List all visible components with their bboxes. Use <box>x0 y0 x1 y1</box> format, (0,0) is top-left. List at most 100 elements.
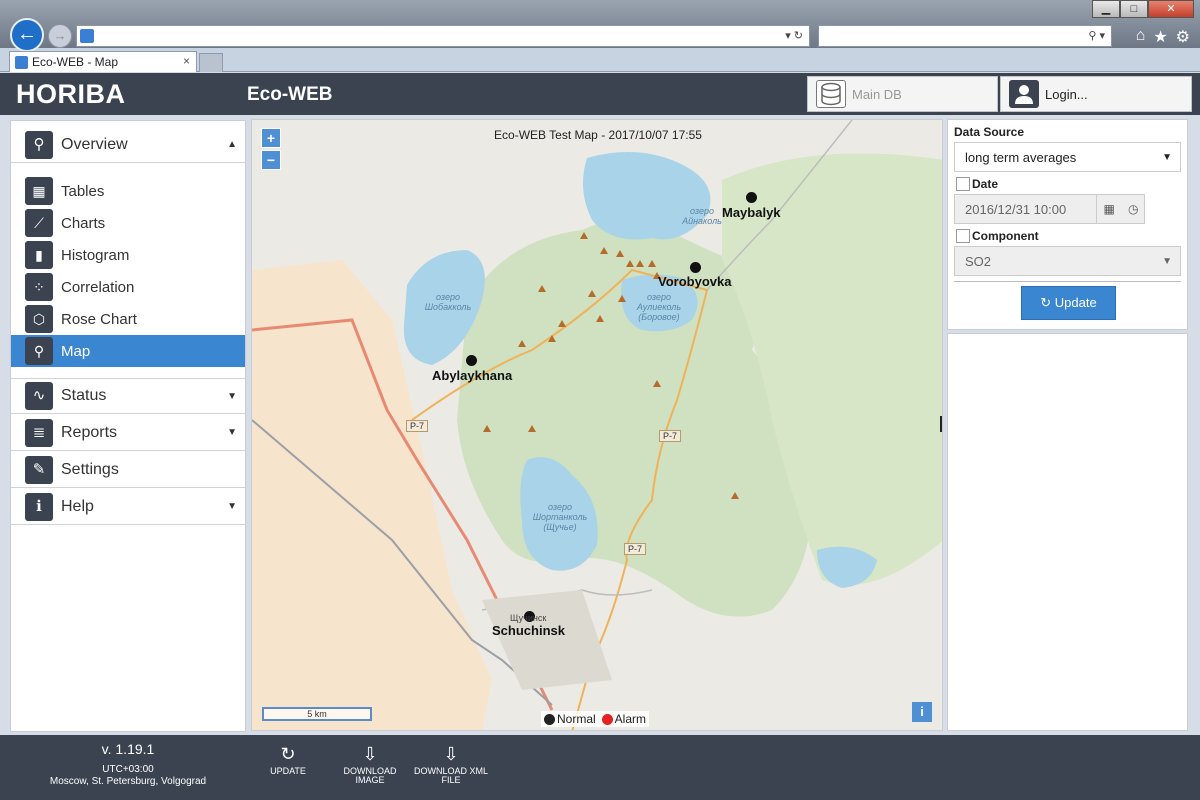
data-source-label: Data Source <box>954 125 1025 139</box>
station-marker-abylaykhana[interactable] <box>466 355 477 366</box>
database-icon <box>816 80 846 108</box>
sidebar: ⚲ Overview ▲ ▦ Tables ⟋ Charts ▮ Histogr… <box>10 120 246 732</box>
sidebar-item-label: Settings <box>61 460 119 478</box>
timezone-cities: Moscow, St. Petersburg, Volgograd <box>49 776 207 787</box>
station-marker-maybalyk[interactable] <box>746 192 757 203</box>
sidebar-item-label: Charts <box>61 214 106 232</box>
panel-divider <box>954 281 1181 282</box>
footer-button-label: UPDATE <box>270 766 306 776</box>
app-title: Eco-WEB <box>247 84 333 105</box>
database-button[interactable]: Main DB <box>807 76 998 112</box>
user-icon <box>1009 80 1039 108</box>
star-icon[interactable]: ★ <box>1153 27 1167 47</box>
footer: v. 1.19.1 UTC+03:00 Moscow, St. Petersbu… <box>0 735 1200 800</box>
home-icon[interactable]: ⌂ <box>1136 27 1146 47</box>
clock-icon[interactable]: ◷ <box>1128 202 1138 216</box>
version-label: v. 1.19.1 <box>101 741 155 757</box>
gear-icon[interactable]: ⚙ <box>1176 27 1190 47</box>
chevron-down-icon: ▼ <box>227 427 237 438</box>
tab-close-icon[interactable]: × <box>183 54 190 68</box>
update-button[interactable]: ↻ Update <box>1021 286 1116 320</box>
update-label: Update <box>1054 295 1097 310</box>
legend-alarm: Alarm <box>614 712 647 726</box>
timezone-label: UTC+03:00 <box>102 764 154 775</box>
station-label: Vorobyovka <box>658 274 732 289</box>
footer-update-button[interactable]: ↻ UPDATE <box>248 743 328 776</box>
maximize-button[interactable]: □ <box>1120 0 1148 18</box>
tab-favicon-icon <box>15 56 28 69</box>
forward-button[interactable]: → <box>48 24 72 48</box>
back-button[interactable]: ← <box>10 18 44 52</box>
address-controls[interactable]: ▾ ↻ <box>785 29 803 42</box>
sidebar-item-settings[interactable]: ✎ Settings <box>11 452 245 488</box>
sidebar-item-label: Reports <box>61 423 118 441</box>
road-label: P-7 <box>659 430 682 442</box>
site-favicon-icon <box>80 29 94 43</box>
date-checkbox[interactable] <box>956 177 970 191</box>
login-button[interactable]: Login... <box>1000 76 1192 112</box>
map-scale: 5 km <box>262 707 372 721</box>
component-label: Component <box>972 229 1039 243</box>
map-marker-icon: ⚲ <box>25 337 53 365</box>
sidebar-item-label: Overview <box>61 135 128 153</box>
zoom-out-button[interactable]: − <box>261 150 281 170</box>
horiba-logo: HORIBA <box>16 79 126 109</box>
lake-label: озеро Айнаколь <box>682 206 722 226</box>
sidebar-item-map[interactable]: ⚲ Map <box>11 335 245 367</box>
sidebar-item-label: Tables <box>61 182 105 200</box>
bar-chart-icon: ▮ <box>25 241 53 269</box>
map-title: Eco-WEB Test Map - 2017/10/07 17:55 <box>494 128 702 142</box>
zoom-in-button[interactable]: + <box>261 128 281 148</box>
map-info-button[interactable]: i <box>912 702 932 722</box>
hexagon-icon: ⬡ <box>25 305 53 333</box>
component-checkbox[interactable] <box>956 229 970 243</box>
download-image-button[interactable]: ⇩ DOWNLOAD IMAGE <box>330 743 410 785</box>
chevron-down-icon: ▼ <box>227 390 237 402</box>
sidebar-item-status[interactable]: ∿ Status ▼ <box>11 378 245 414</box>
app-header: HORIBA Eco-WEB Main DB Login... <box>0 73 1200 115</box>
town-label: Щучинск <box>510 613 547 623</box>
login-label: Login... <box>1045 86 1088 102</box>
component-select[interactable]: SO2 ▼ <box>954 246 1181 276</box>
refresh-icon: ↻ <box>1040 295 1052 310</box>
sidebar-item-histogram[interactable]: ▮ Histogram <box>11 239 245 271</box>
station-label: Schuchinsk <box>492 623 565 638</box>
panel-resize-handle[interactable] <box>940 416 942 432</box>
browser-tab[interactable]: Eco-WEB - Map × <box>9 51 197 72</box>
footer-button-label: DOWNLOAD XML FILE <box>413 766 488 785</box>
pulse-icon: ∿ <box>25 382 53 410</box>
filter-panel: Data Source long term averages ▼ Date 20… <box>947 119 1188 330</box>
minimize-button[interactable]: ▁ <box>1092 0 1120 18</box>
lake-label: озеро Аулиеколь (Боровое) <box>636 292 682 322</box>
search-controls[interactable]: ⚲ ▾ <box>1088 29 1105 42</box>
sidebar-item-correlation[interactable]: ⁘ Correlation <box>11 271 245 303</box>
sidebar-item-overview[interactable]: ⚲ Overview ▲ <box>11 127 245 163</box>
address-bar[interactable]: ▾ ↻ <box>76 25 810 47</box>
calendar-icon[interactable]: ▦ <box>1104 202 1115 216</box>
new-tab-button[interactable] <box>199 53 223 72</box>
table-icon: ▦ <box>25 177 53 205</box>
sidebar-item-tables[interactable]: ▦ Tables <box>11 175 245 207</box>
sidebar-item-label: Help <box>61 497 94 515</box>
sidebar-item-label: Rose Chart <box>61 310 137 328</box>
search-box[interactable]: ⚲ ▾ <box>818 25 1112 47</box>
map-legend: Normal Alarm <box>541 711 650 727</box>
close-window-button[interactable]: ✕ <box>1148 0 1194 18</box>
sidebar-item-charts[interactable]: ⟋ Charts <box>11 207 245 239</box>
chevron-down-icon: ▼ <box>1162 256 1172 267</box>
legend-normal: Normal <box>557 712 596 726</box>
data-source-select[interactable]: long term averages ▼ <box>954 142 1181 172</box>
station-marker-vorobyovka[interactable] <box>690 262 701 273</box>
tab-title: Eco-WEB - Map <box>32 55 119 69</box>
sidebar-item-help[interactable]: ℹ Help ▼ <box>11 489 245 525</box>
download-xml-button[interactable]: ⇩ DOWNLOAD XML FILE <box>411 743 491 785</box>
map-view[interactable]: Eco-WEB Test Map - 2017/10/07 17:55 + − … <box>251 119 943 731</box>
sidebar-item-label: Correlation <box>61 278 135 296</box>
date-value: 2016/12/31 10:00 <box>965 202 1067 217</box>
sidebar-item-rose-chart[interactable]: ⬡ Rose Chart <box>11 303 245 335</box>
road-label: P-7 <box>406 420 429 432</box>
wrench-icon: ✎ <box>25 455 53 484</box>
sidebar-item-label: Map <box>61 342 91 360</box>
sidebar-item-reports[interactable]: ≣ Reports ▼ <box>11 415 245 451</box>
road-label: P-7 <box>624 543 647 555</box>
